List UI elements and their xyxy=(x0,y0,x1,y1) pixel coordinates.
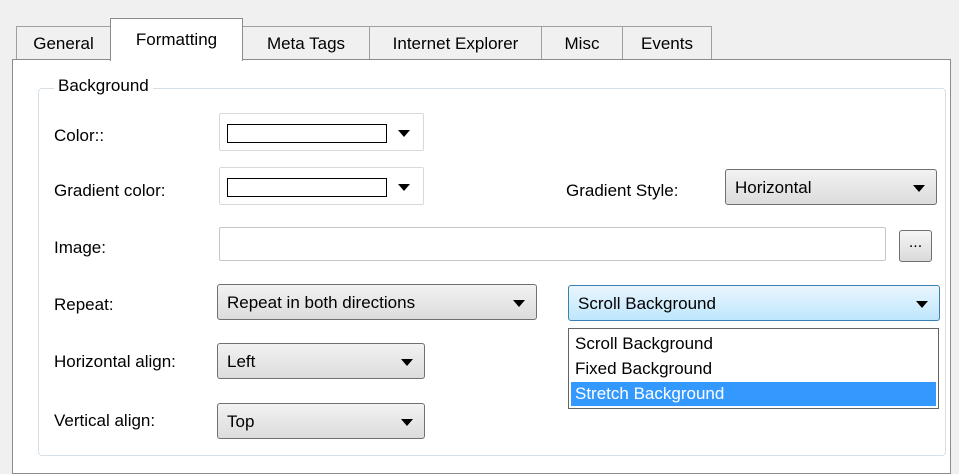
tab-strip: General Formatting Meta Tags Internet Ex… xyxy=(16,18,946,61)
horizontal-align-label: Horizontal align: xyxy=(54,352,176,371)
tab-misc[interactable]: Misc xyxy=(541,26,623,60)
gradient-style-label: Gradient Style: xyxy=(566,181,679,200)
tab-label: Events xyxy=(641,33,693,53)
chevron-down-icon xyxy=(401,419,413,426)
tab-label: Misc xyxy=(564,33,600,53)
chevron-down-icon xyxy=(916,301,928,308)
tab-meta-tags[interactable]: Meta Tags xyxy=(242,26,370,60)
vertical-align-value: Top xyxy=(227,412,255,431)
gradient-style-select[interactable]: Horizontal xyxy=(725,169,937,205)
attachment-option-scroll[interactable]: Scroll Background xyxy=(571,332,936,356)
image-path-input[interactable] xyxy=(219,227,886,261)
tab-label: General xyxy=(33,33,94,53)
horizontal-align-select[interactable]: Left xyxy=(217,343,425,379)
image-label: Image: xyxy=(54,238,106,257)
color-label: Color:: xyxy=(54,126,105,145)
chevron-down-icon xyxy=(513,300,525,307)
color-swatch xyxy=(227,124,387,143)
attachment-select[interactable]: Scroll Background xyxy=(568,285,940,321)
attachment-option-stretch[interactable]: Stretch Background xyxy=(571,382,936,406)
horizontal-align-value: Left xyxy=(227,352,256,371)
tab-label: Formatting xyxy=(135,30,218,49)
tab-formatting[interactable]: Formatting xyxy=(110,18,243,61)
background-group-title: Background xyxy=(54,76,153,96)
gradient-style-value: Horizontal xyxy=(735,178,812,197)
repeat-select[interactable]: Repeat in both directions xyxy=(217,284,537,320)
tab-internet-explorer[interactable]: Internet Explorer xyxy=(369,26,542,60)
tab-label: Internet Explorer xyxy=(392,33,519,53)
tab-events[interactable]: Events xyxy=(622,26,712,60)
attachment-value: Scroll Background xyxy=(578,294,716,313)
chevron-down-icon xyxy=(398,184,410,191)
vertical-align-select[interactable]: Top xyxy=(217,403,425,439)
chevron-down-icon xyxy=(913,185,925,192)
tab-label: Meta Tags xyxy=(266,33,346,53)
gradient-color-swatch xyxy=(227,178,387,197)
repeat-label: Repeat: xyxy=(54,295,114,314)
chevron-down-icon xyxy=(398,130,410,137)
browse-button-label: ... xyxy=(908,234,923,251)
gradient-color-label: Gradient color: xyxy=(54,181,166,200)
vertical-align-label: Vertical align: xyxy=(54,411,156,430)
repeat-value: Repeat in both directions xyxy=(227,293,416,312)
attachment-option-fixed[interactable]: Fixed Background xyxy=(571,357,936,381)
attachment-dropdown-list: Scroll Background Fixed Background Stret… xyxy=(568,328,939,409)
chevron-down-icon xyxy=(401,359,413,366)
gradient-color-picker[interactable] xyxy=(219,167,424,205)
browse-button[interactable]: ... xyxy=(899,230,932,262)
tab-general[interactable]: General xyxy=(16,26,111,60)
color-picker[interactable] xyxy=(219,113,424,151)
